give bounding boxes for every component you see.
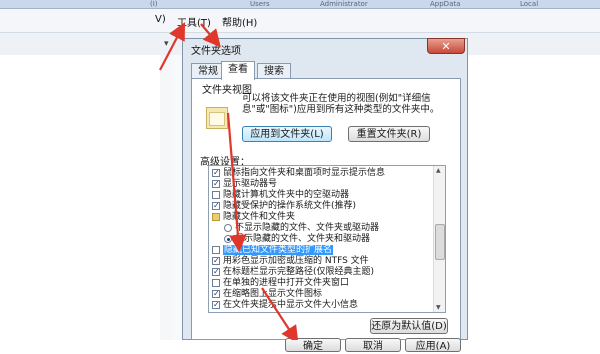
tab-strip: 常规 查看 搜索 (191, 61, 461, 80)
path-segment[interactable]: (I) (150, 0, 158, 8)
menu-bar: V) 工具(T) 帮助(H) (0, 9, 600, 33)
folder-icon (212, 213, 220, 221)
radio-selected[interactable] (224, 235, 232, 243)
setting-row[interactable]: 隐藏已知文件类型的扩展名 (209, 245, 433, 255)
setting-label: 隐藏文件和文件夹 (223, 212, 296, 222)
close-button[interactable]: ✕ (427, 38, 465, 54)
scroll-thumb[interactable] (435, 224, 445, 260)
advanced-settings-list[interactable]: ✓ 在文件夹提示中显示文件大小信息 ✓ 在缩略图上显示文件图标 在单独的进程中打开文件夹… (208, 165, 446, 313)
setting-row[interactable]: 隐藏计算机文件夹中的空驱动器 (209, 190, 433, 200)
setting-label: 在缩略图上显示文件图标 (223, 289, 323, 299)
setting-label: 在文件夹提示中显示文件大小信息 (223, 300, 359, 310)
navigation-pane (0, 55, 173, 340)
setting-row[interactable]: ✓ 鼠标指向文件夹和桌面项时显示提示信息 (209, 168, 433, 178)
menu-item-tools[interactable]: 工具(T) (177, 14, 211, 29)
checkbox-unchecked[interactable] (212, 191, 220, 199)
checkbox-checked[interactable]: ✓ (212, 180, 220, 188)
setting-label: 在标题栏显示完整路径(仅限经典主题) (223, 267, 375, 277)
path-segment[interactable]: Users (250, 0, 270, 8)
setting-row[interactable]: 显示隐藏的文件、文件夹和驱动器 (209, 234, 433, 244)
setting-row[interactable]: ✓ 在缩略图上显示文件图标 (209, 289, 433, 299)
setting-row[interactable]: ✓ 用彩色显示加密或压缩的 NTFS 文件 (209, 256, 433, 266)
setting-row[interactable]: ✓ 在标题栏显示完整路径(仅限经典主题) (209, 267, 433, 277)
menu-item-view[interactable]: V) (155, 14, 166, 25)
setting-row[interactable]: ✓ 在文件夹提示中显示文件大小信息 (209, 300, 433, 310)
tab-search[interactable]: 搜索 (257, 63, 291, 79)
setting-label: 鼠标指向文件夹和桌面项时显示提示信息 (223, 168, 386, 178)
dropdown-arrow-icon[interactable]: ▾ (164, 39, 169, 49)
setting-row[interactable]: 隐藏文件和文件夹 (209, 212, 433, 222)
view-tab-panel: 文件夹视图 可以将该文件夹正在使用的视图(例如"详细信息"或"图标")应用到所有… (191, 78, 461, 340)
restore-defaults-button[interactable]: 还原为默认值(D) (370, 318, 448, 334)
checkbox-checked[interactable]: ✓ (212, 268, 220, 276)
tab-general[interactable]: 常规 (191, 63, 225, 79)
checkbox-checked[interactable]: ✓ (212, 301, 220, 309)
path-segment[interactable]: Local (520, 0, 538, 8)
checkbox-checked[interactable]: ✓ (212, 290, 220, 298)
setting-row[interactable]: 不显示隐藏的文件、文件夹或驱动器 (209, 223, 433, 233)
address-strip: (I) Users Administrator AppData Local (0, 0, 600, 9)
close-icon: ✕ (441, 40, 451, 53)
setting-label: 隐藏受保护的操作系统文件(推荐) (223, 201, 357, 211)
content-pane (468, 55, 600, 340)
scroll-up-icon[interactable]: ▲ (436, 167, 441, 174)
apply-button[interactable]: 应用(A) (405, 338, 461, 352)
setting-label: 显示驱动器号 (223, 179, 278, 189)
setting-label: 在单独的进程中打开文件夹窗口 (223, 278, 350, 288)
checkbox-unchecked[interactable] (212, 246, 220, 254)
ok-button[interactable]: 确定 (285, 338, 341, 352)
path-segment[interactable]: AppData (430, 0, 460, 8)
reset-folders-button[interactable]: 重置文件夹(R) (348, 126, 430, 142)
setting-label: 用彩色显示加密或压缩的 NTFS 文件 (223, 256, 369, 266)
setting-row[interactable]: ✓ 隐藏受保护的操作系统文件(推荐) (209, 201, 433, 211)
checkbox-checked[interactable]: ✓ (212, 202, 220, 210)
radio-unselected[interactable] (224, 224, 232, 232)
scroll-down-icon[interactable]: ▼ (436, 304, 441, 311)
setting-label: 隐藏计算机文件夹中的空驱动器 (223, 190, 350, 200)
checkbox-unchecked[interactable] (212, 279, 220, 287)
dialog-title: 文件夹选项 (191, 46, 241, 57)
path-segment[interactable]: Administrator (320, 0, 368, 8)
checkbox-checked[interactable]: ✓ (212, 169, 220, 177)
apply-to-folders-button[interactable]: 应用到文件夹(L) (242, 126, 332, 142)
advanced-settings-scrollbar[interactable]: ▲ ▼ (433, 166, 445, 312)
setting-row[interactable]: ✓ 显示驱动器号 (209, 179, 433, 189)
folder-view-icon (206, 107, 228, 129)
menu-item-help[interactable]: 帮助(H) (222, 14, 257, 29)
tab-view[interactable]: 查看 (221, 61, 255, 80)
checkbox-checked[interactable]: ✓ (212, 257, 220, 265)
setting-row[interactable]: 在单独的进程中打开文件夹窗口 (209, 278, 433, 288)
cancel-button[interactable]: 取消 (345, 338, 401, 352)
folder-view-description: 可以将该文件夹正在使用的视图(例如"详细信息"或"图标")应用到所有这种类型的文… (242, 93, 440, 115)
setting-label: 显示隐藏的文件、文件夹和驱动器 (235, 234, 371, 244)
folder-options-dialog: 文件夹选项 ✕ 常规 查看 搜索 文件夹视图 可以将该文件夹正在使用的视图(例如… (182, 38, 468, 352)
setting-label: 不显示隐藏的文件、文件夹或驱动器 (235, 223, 380, 233)
nav-pane-scrollbar[interactable] (160, 55, 172, 340)
setting-label: 隐藏已知文件类型的扩展名 (223, 245, 334, 255)
